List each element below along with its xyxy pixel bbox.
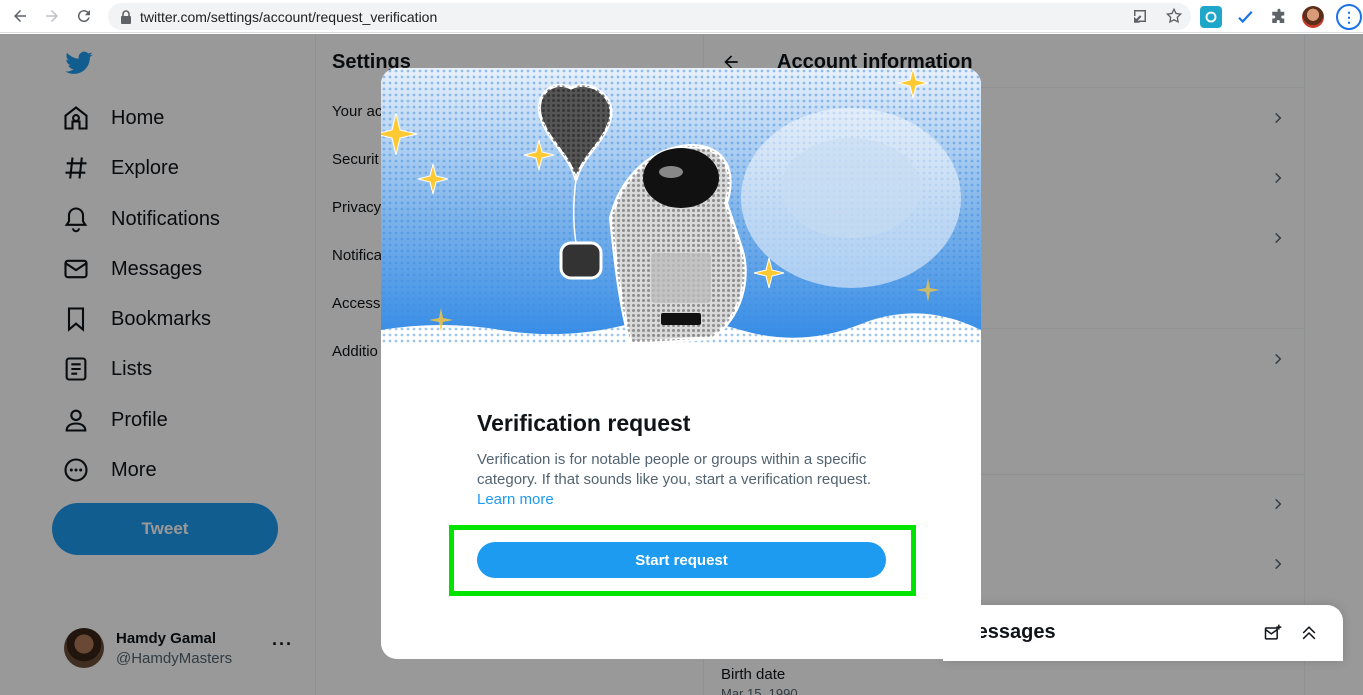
url-text: twitter.com/settings/account/request_ver…: [140, 8, 438, 25]
lock-icon: [121, 9, 131, 24]
forward-button[interactable]: [36, 0, 68, 32]
expand-up-icon[interactable]: [1299, 623, 1319, 643]
forward-arrow-icon: [46, 10, 58, 22]
messages-drawer[interactable]: Messages: [943, 605, 1343, 661]
back-arrow-icon: [14, 10, 26, 22]
checkmark-extension-icon[interactable]: [1234, 6, 1256, 28]
new-message-icon[interactable]: [1263, 623, 1283, 643]
browser-toolbar: twitter.com/settings/account/request_ver…: [0, 0, 1363, 33]
reload-icon: [77, 10, 90, 23]
verification-modal: Verification request Verification is for…: [381, 68, 981, 659]
browser-profile-avatar[interactable]: [1302, 6, 1324, 28]
astronaut-hero-illustration: [381, 68, 981, 368]
bookmark-star-icon[interactable]: [1165, 7, 1183, 25]
reload-button[interactable]: [68, 0, 100, 32]
modal-description: Verification is for notable people or gr…: [477, 450, 897, 510]
start-request-button[interactable]: Start request: [477, 542, 886, 578]
extension-1-icon[interactable]: [1200, 6, 1222, 28]
browser-menu-button[interactable]: ⋮: [1336, 4, 1362, 30]
puzzle-extensions-icon[interactable]: [1268, 6, 1290, 28]
back-button[interactable]: [4, 0, 36, 32]
modal-description-text: Verification is for notable people or gr…: [477, 451, 872, 488]
learn-more-link[interactable]: Learn more: [477, 490, 897, 510]
address-bar[interactable]: twitter.com/settings/account/request_ver…: [108, 3, 1191, 30]
install-icon[interactable]: [1131, 7, 1149, 25]
modal-title: Verification request: [477, 410, 691, 436]
